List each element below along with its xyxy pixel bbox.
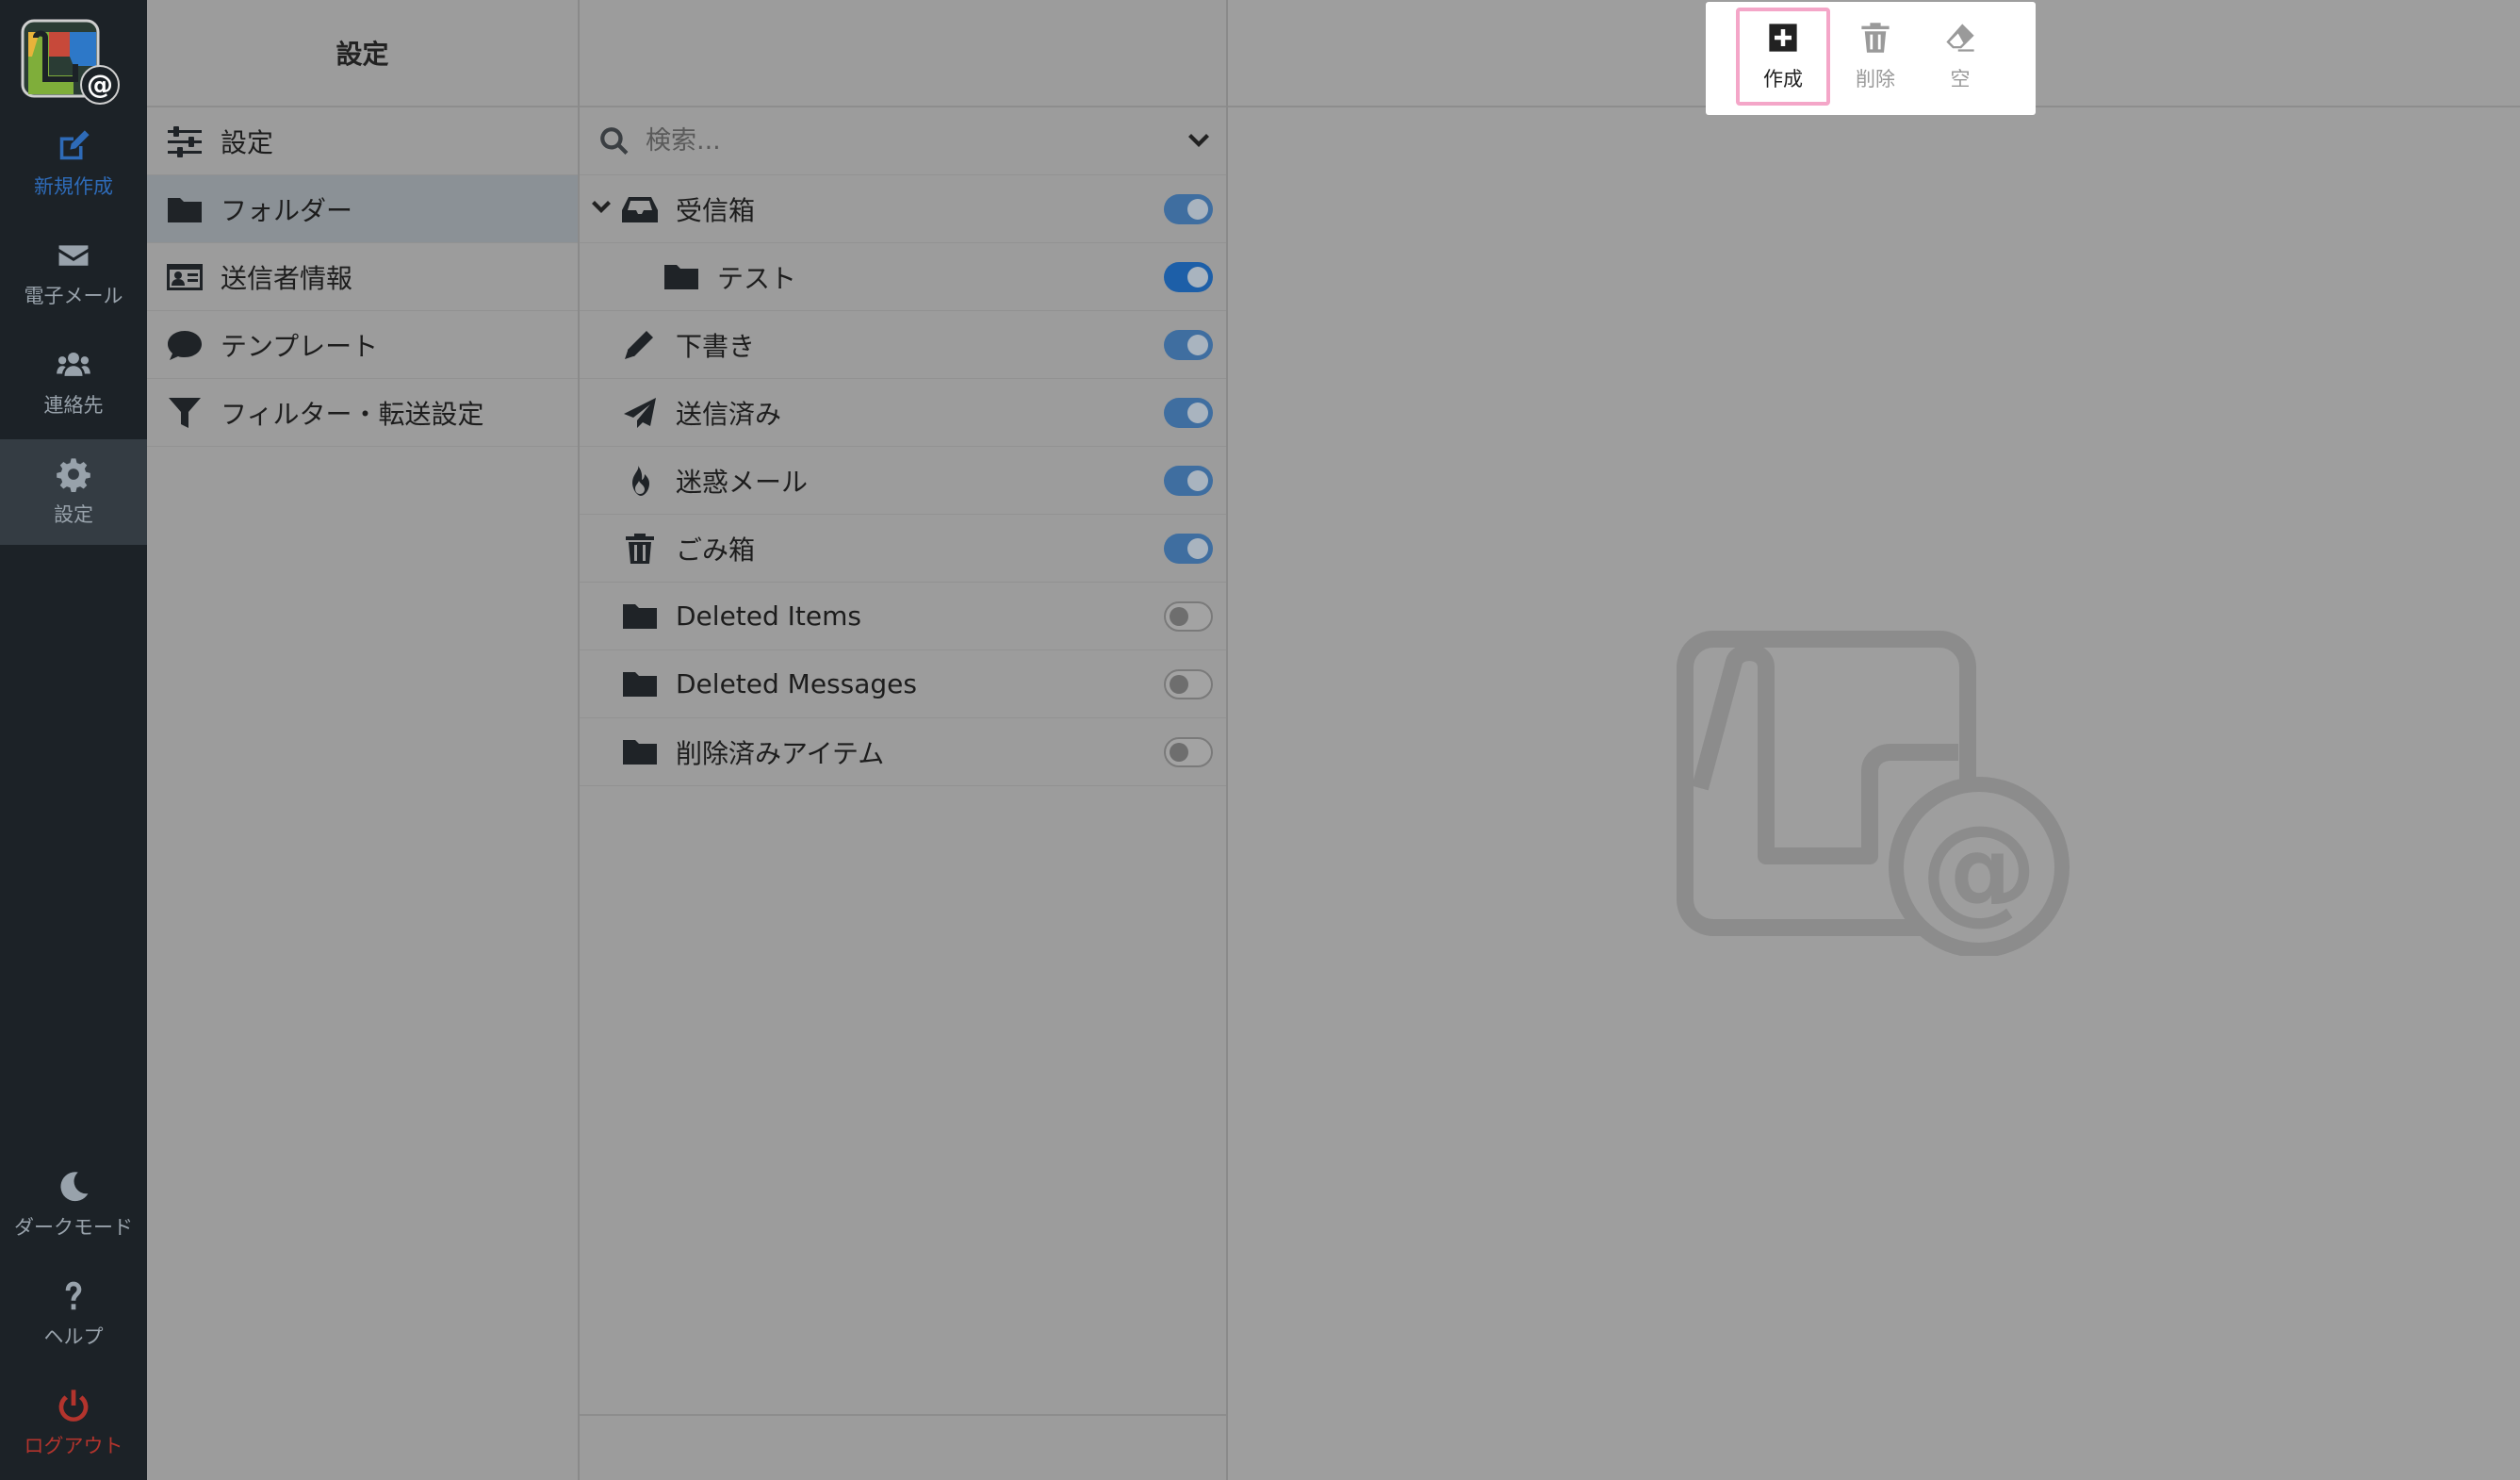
folder-row-junk[interactable]: 迷惑メール [580,447,1226,515]
subscribe-toggle[interactable] [1164,466,1213,496]
folder-row-inbox[interactable]: 受信箱 [580,175,1226,243]
folder-label: ごみ箱 [676,534,756,566]
folder-icon [623,671,657,697]
rail-contacts-label: 連絡先 [43,394,104,417]
eraser-icon [1946,24,1974,52]
folder-list-footer [580,1414,1226,1480]
folder-row-sent[interactable]: 送信済み [580,379,1226,447]
subscribe-toggle[interactable] [1164,398,1213,428]
settings-item-templates[interactable]: テンプレート [147,311,578,379]
folder-list-panel: 受信箱 テスト 下書き 送信済み 迷惑メール ごみ箱 Deleted Items [580,0,1228,1480]
filter-icon [169,397,201,428]
rail-settings-label: 設定 [54,503,93,526]
empty-button-label: 空 [1950,68,1971,90]
rail-settings[interactable]: 設定 [0,439,147,545]
folder-icon [623,603,657,629]
rail-compose[interactable]: 新規作成 [0,111,147,217]
app-logo[interactable]: @ [21,19,124,106]
fire-icon [632,465,649,496]
folder-search-bar [580,107,1226,175]
svg-text:@: @ [1921,801,2037,937]
subscribe-toggle[interactable] [1164,534,1213,564]
settings-item-label: 設定 [221,126,274,158]
settings-item-filters[interactable]: フィルター・転送設定 [147,379,578,447]
chevron-down-icon[interactable] [589,196,614,221]
folder-row-deleted-items[interactable]: Deleted Items [580,583,1226,650]
folder-row-test[interactable]: テスト [580,243,1226,311]
settings-title: 設定 [147,0,578,107]
subscribe-toggle[interactable] [1164,262,1213,292]
folder-row-deleted-messages[interactable]: Deleted Messages [580,650,1226,718]
rail-mail-label: 電子メール [24,285,123,307]
folder-icon [168,197,202,222]
folder-icon [623,739,657,765]
create-button-label: 作成 [1763,68,1803,90]
trash-icon [626,533,654,564]
settings-item-label: フィルター・転送設定 [221,398,484,430]
folder-icon [664,264,698,289]
id-card-icon [167,263,203,290]
settings-item-folders[interactable]: フォルダー [147,175,578,243]
subscribe-toggle[interactable] [1164,601,1213,632]
rail-dark-mode-label: ダークモード [14,1216,133,1239]
subscribe-toggle[interactable] [1164,737,1213,767]
settings-item-label: フォルダー [221,194,353,226]
moon-icon [60,1172,89,1202]
folder-label: 削除済みアイテム [676,737,885,769]
rail-contacts[interactable]: 連絡先 [0,330,147,436]
settings-item-label: 送信者情報 [221,262,353,294]
settings-item-identities[interactable]: 送信者情報 [147,243,578,311]
subscribe-toggle[interactable] [1164,330,1213,360]
chevron-down-icon[interactable] [1185,128,1213,156]
rail-help[interactable]: ヘルプ [0,1261,147,1367]
app-logo-watermark: @ [1677,631,2070,956]
question-icon [65,1281,82,1310]
folder-label: 受信箱 [676,194,756,226]
subscribe-toggle[interactable] [1164,669,1213,699]
pencil-icon [625,330,653,359]
rail-dark-mode[interactable]: ダークモード [0,1152,147,1258]
folder-row-trash[interactable]: ごみ箱 [580,515,1226,583]
rail-help-label: ヘルプ [43,1325,104,1348]
folder-search-input[interactable] [644,125,1137,156]
folder-label: 迷惑メール [676,466,809,498]
folder-label: テスト [717,262,797,294]
power-icon [58,1390,89,1422]
delete-button[interactable]: 削除 [1828,8,1923,106]
svg-text:@: @ [87,69,113,100]
sliders-icon [168,125,202,157]
comment-icon [168,330,202,360]
rail-logout-label: ログアウト [24,1435,123,1457]
compose-icon [59,130,90,160]
inbox-icon [622,196,658,222]
gear-icon [57,458,90,492]
rail-logout[interactable]: ログアウト [0,1371,147,1476]
folder-row-deleted-items-jp[interactable]: 削除済みアイテム [580,718,1226,786]
paper-plane-icon [624,397,656,428]
empty-button[interactable]: 空 [1913,8,2007,106]
envelope-icon [58,245,89,266]
folder-label: 下書き [676,330,756,362]
users-icon [57,352,90,376]
folder-toolbar: 作成 削除 空 [1706,2,2036,115]
create-button[interactable]: 作成 [1736,8,1830,106]
subscribe-toggle[interactable] [1164,194,1213,224]
folder-row-drafts[interactable]: 下書き [580,311,1226,379]
folder-label: Deleted Items [676,600,861,632]
plus-square-icon [1769,24,1797,52]
folder-label: Deleted Messages [676,668,917,699]
settings-panel: 設定 設定 フォルダー 送信者情報 テンプレート フィルター・転送設定 [147,0,580,1480]
folder-label: 送信済み [676,398,782,430]
settings-item-label: テンプレート [221,330,379,362]
settings-item-preferences[interactable]: 設定 [147,107,578,175]
main-nav-rail: @ 新規作成 電子メール 連絡先 設定 ダークモード ヘルプ ログアウト [0,0,147,1480]
delete-button-label: 削除 [1856,68,1895,90]
rail-mail[interactable]: 電子メール [0,221,147,326]
search-icon[interactable] [598,125,630,157]
folder-header [580,0,1226,107]
trash-icon [1861,23,1890,53]
rail-compose-label: 新規作成 [34,175,113,198]
